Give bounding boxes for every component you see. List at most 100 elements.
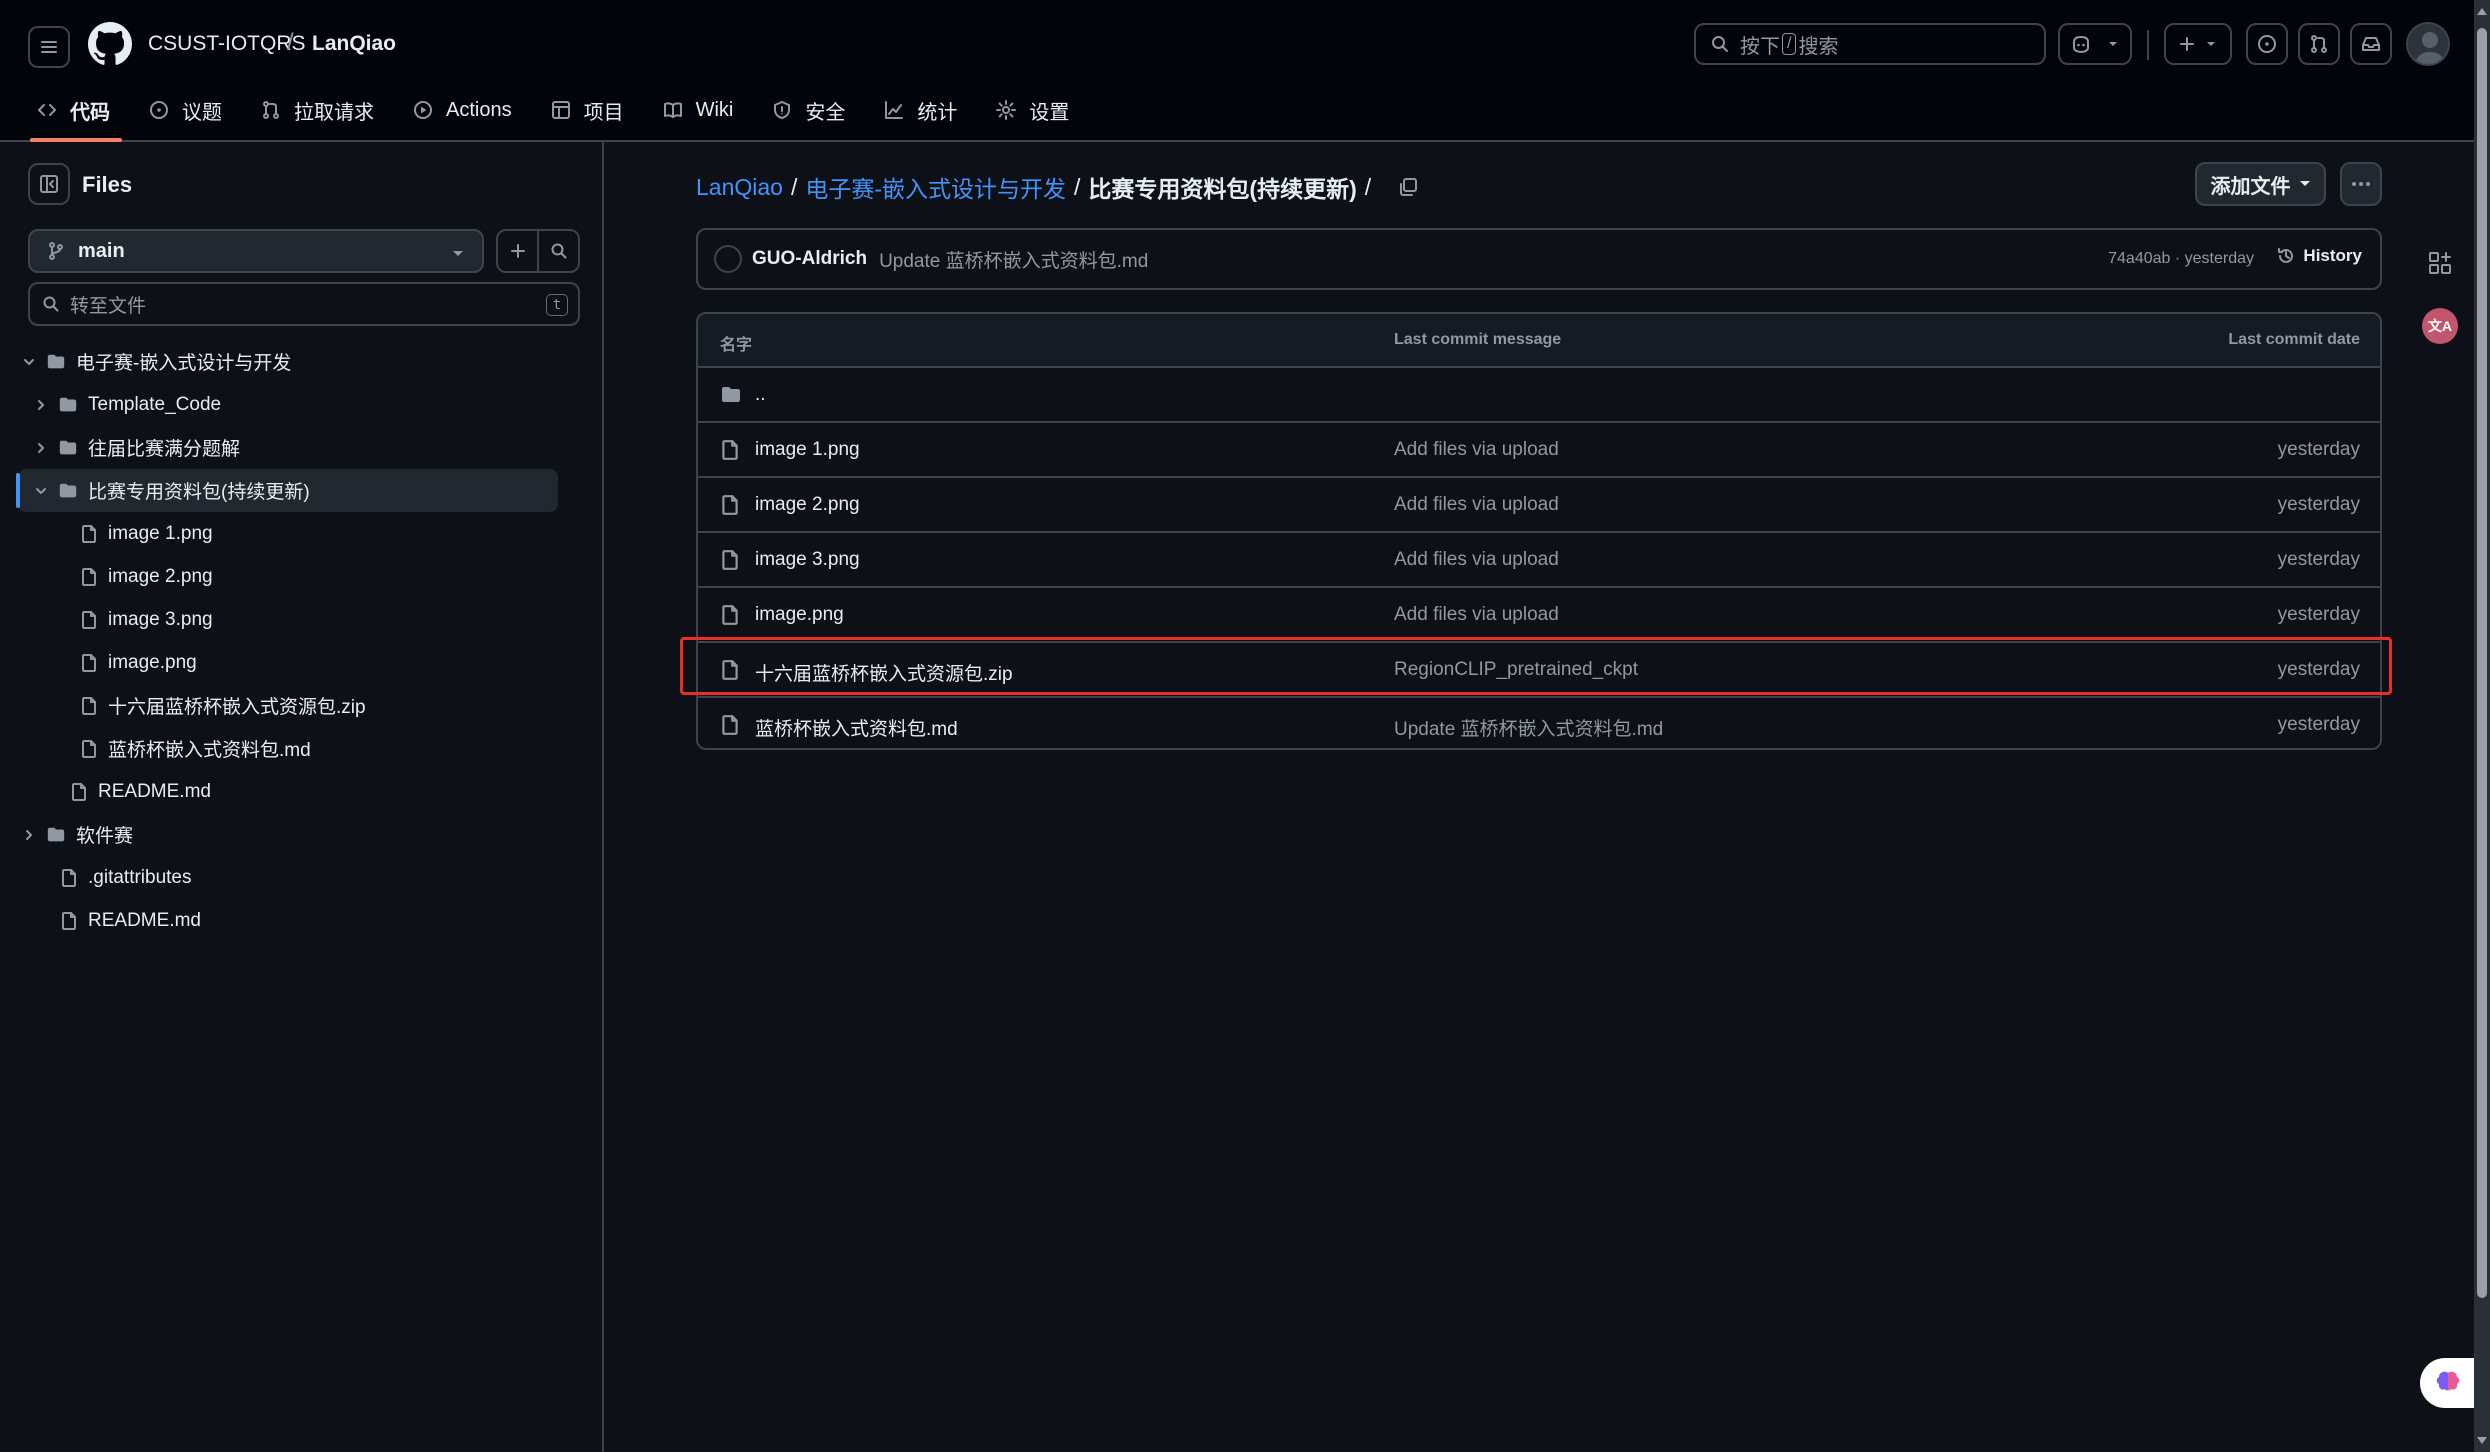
table-row[interactable]: image 1.png Add files via upload yesterday: [698, 423, 2380, 478]
files-heading: Files: [82, 172, 133, 197]
issue-icon: [2258, 35, 2276, 53]
copy-path-button[interactable]: [1397, 176, 1419, 198]
copilot-button[interactable]: [2058, 23, 2132, 65]
file-name-link[interactable]: image 2.png: [755, 494, 860, 516]
file-commit-date: yesterday: [2277, 494, 2360, 515]
tree-item-label: 软件赛: [76, 826, 134, 847]
file-icon: [722, 605, 738, 625]
github-logo-icon[interactable]: [88, 22, 132, 66]
global-header: CSUST-IOTQRS / LanQiao 按下 / 搜索 代码 议题 拉取请…: [0, 0, 2474, 142]
ai-assistant-extension-button[interactable]: [2420, 1358, 2476, 1408]
tree-file[interactable]: image 3.png: [18, 598, 558, 641]
your-issues-button[interactable]: [2246, 23, 2288, 65]
tab-code[interactable]: 代码: [30, 88, 128, 142]
hamburger-menu-button[interactable]: [28, 26, 70, 68]
tree-file[interactable]: README.md: [18, 899, 558, 942]
table-row[interactable]: image.png Add files via upload yesterday: [698, 588, 2380, 643]
tab-projects[interactable]: 项目: [544, 88, 642, 132]
tab-settings[interactable]: 设置: [989, 88, 1087, 132]
tab-insights[interactable]: 统计: [877, 88, 975, 132]
file-name-link[interactable]: image 3.png: [755, 549, 860, 571]
tree-folder[interactable]: 比赛专用资料包(持续更新): [16, 469, 558, 512]
repo-owner-link[interactable]: CSUST-IOTQRS: [148, 32, 306, 56]
tree-file[interactable]: README.md: [18, 770, 558, 813]
shield-icon: [774, 101, 791, 119]
page-scrollbar[interactable]: [2474, 0, 2490, 1452]
commit-author-avatar[interactable]: [714, 245, 742, 273]
tree-folder[interactable]: 软件赛: [18, 813, 558, 856]
scroll-up-arrow-icon[interactable]: [2477, 8, 2487, 15]
repo-name-link[interactable]: LanQiao: [312, 32, 396, 56]
tree-file[interactable]: image 1.png: [18, 512, 558, 555]
chevron-right-icon[interactable]: [30, 394, 52, 416]
file-icon: [80, 653, 98, 673]
file-name-link[interactable]: image.png: [755, 604, 844, 626]
table-row[interactable]: 蓝桥杯嵌入式资料包.md Update 蓝桥杯嵌入式资料包.md yesterday: [698, 698, 2380, 748]
tab-issues[interactable]: 议题: [142, 88, 240, 132]
file-commit-date: yesterday: [2277, 549, 2360, 570]
tree-folder[interactable]: 电子赛-嵌入式设计与开发: [18, 340, 558, 383]
file-commit-message-link[interactable]: Add files via upload: [1394, 549, 1559, 571]
tree-file[interactable]: image 2.png: [18, 555, 558, 598]
parent-directory-link[interactable]: ..: [755, 384, 766, 406]
tab-wiki[interactable]: Wiki: [656, 88, 752, 132]
commit-sha-and-time[interactable]: 74a40ab · yesterday: [2108, 250, 2254, 268]
table-row[interactable]: 十六届蓝桥杯嵌入式资源包.zip RegionCLIP_pretrained_ck…: [698, 643, 2380, 698]
apps-grid-icon[interactable]: [2427, 250, 2453, 276]
more-options-button[interactable]: [2340, 162, 2382, 206]
your-pull-requests-button[interactable]: [2298, 23, 2340, 65]
create-new-button[interactable]: [2164, 23, 2232, 65]
tab-security[interactable]: 安全: [765, 88, 863, 132]
tree-folder[interactable]: Template_Code: [18, 383, 558, 426]
chevron-down-icon[interactable]: [30, 480, 52, 502]
global-search-input[interactable]: 按下 / 搜索: [1694, 23, 2046, 65]
add-file-tree-button[interactable]: [498, 231, 539, 271]
commit-message-link[interactable]: Update 蓝桥杯嵌入式资料包.md: [879, 246, 1148, 273]
chevron-right-icon[interactable]: [30, 437, 52, 459]
table-row[interactable]: image 2.png Add files via upload yesterday: [698, 478, 2380, 533]
tree-folder[interactable]: 往届比赛满分题解: [18, 426, 558, 469]
go-to-file-input[interactable]: 转至文件 t: [28, 282, 580, 326]
file-name-link[interactable]: 蓝桥杯嵌入式资料包.md: [755, 714, 958, 741]
breadcrumb-parent-link[interactable]: 电子赛-嵌入式设计与开发: [805, 170, 1066, 204]
file-icon: [60, 911, 78, 931]
scrollbar-thumb[interactable]: [2477, 28, 2487, 1298]
tree-file[interactable]: image.png: [18, 641, 558, 684]
translate-extension-icon[interactable]: 文A: [2422, 308, 2458, 344]
file-commit-message-link[interactable]: Add files via upload: [1394, 439, 1559, 461]
scroll-down-arrow-icon[interactable]: [2477, 1437, 2487, 1444]
column-header-date: Last commit date: [2228, 331, 2360, 348]
notifications-inbox-button[interactable]: [2350, 23, 2392, 65]
file-name-link[interactable]: image 1.png: [755, 439, 860, 461]
add-file-button[interactable]: 添加文件: [2195, 162, 2326, 206]
table-row[interactable]: image 3.png Add files via upload yesterday: [698, 533, 2380, 588]
tree-file[interactable]: .gitattributes: [18, 856, 558, 899]
branch-selector[interactable]: main: [28, 229, 484, 273]
git-branch-icon: [49, 242, 63, 260]
file-commit-message-link[interactable]: Update 蓝桥杯嵌入式资料包.md: [1394, 714, 1663, 741]
table-header: 名字 Last commit message Last commit date: [698, 314, 2380, 368]
history-icon: [2278, 248, 2294, 263]
collapse-sidebar-button[interactable]: [28, 163, 70, 205]
file-commit-message-link[interactable]: Add files via upload: [1394, 494, 1559, 516]
tab-actions[interactable]: Actions: [406, 88, 530, 132]
tree-file[interactable]: 蓝桥杯嵌入式资料包.md: [18, 727, 558, 770]
tab-pull-requests[interactable]: 拉取请求: [254, 88, 392, 132]
breadcrumb-root-link[interactable]: LanQiao: [696, 174, 783, 201]
file-commit-date: yesterday: [2277, 714, 2360, 735]
hamburger-icon: [41, 41, 57, 53]
history-button[interactable]: History: [2277, 246, 2362, 266]
file-name-link[interactable]: 十六届蓝桥杯嵌入式资源包.zip: [755, 659, 1013, 686]
commit-author-link[interactable]: GUO-Aldrich: [752, 248, 867, 270]
tree-item-label: 蓝桥杯嵌入式资料包.md: [108, 740, 311, 761]
chevron-down-icon[interactable]: [18, 351, 40, 373]
file-commit-message-link[interactable]: Add files via upload: [1394, 604, 1559, 626]
search-tree-button[interactable]: [539, 231, 578, 271]
tree-file[interactable]: 十六届蓝桥杯嵌入式资源包.zip: [18, 684, 558, 727]
parent-directory-row[interactable]: ..: [698, 368, 2380, 423]
file-commit-message-link[interactable]: RegionCLIP_pretrained_ckpt: [1394, 659, 1638, 681]
chevron-right-icon[interactable]: [18, 824, 40, 846]
user-avatar[interactable]: [2406, 22, 2450, 66]
